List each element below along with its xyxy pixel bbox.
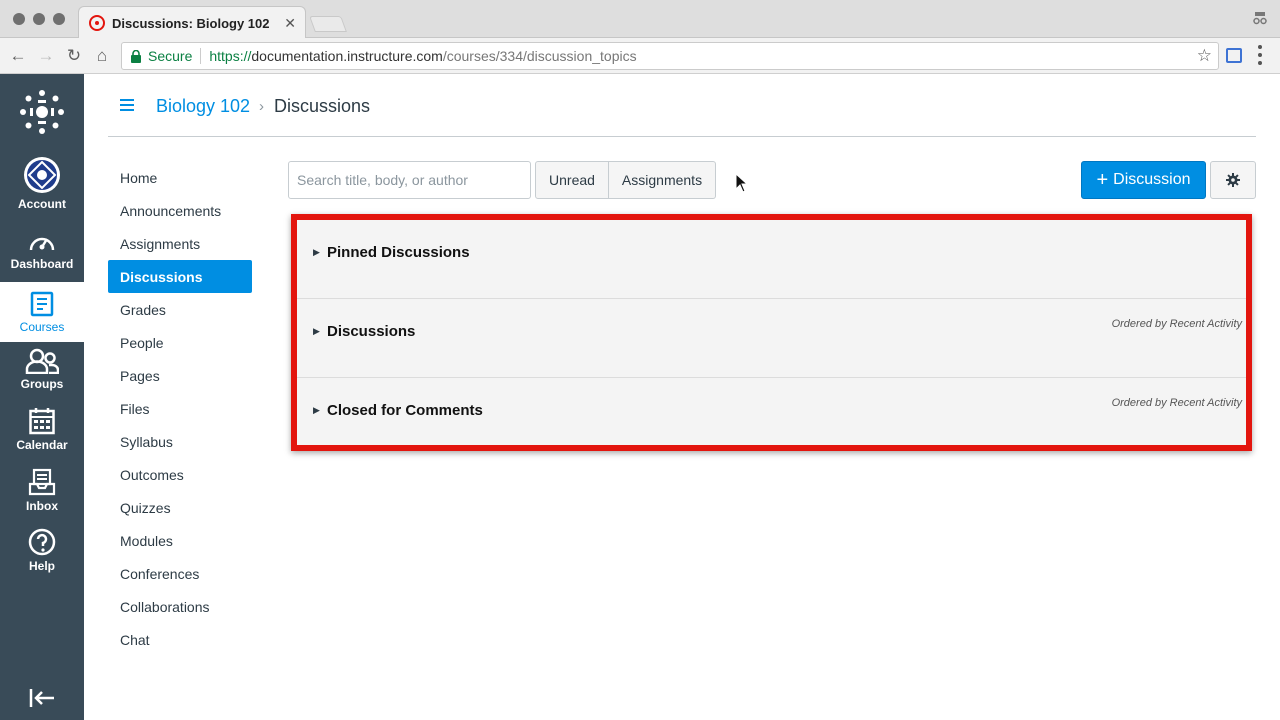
account-avatar-icon: [24, 157, 60, 193]
global-nav-inbox[interactable]: Inbox: [0, 468, 84, 513]
window-minimize-button[interactable]: [33, 13, 45, 25]
course-nav-syllabus[interactable]: Syllabus: [108, 425, 252, 458]
calendar-icon: [29, 408, 55, 435]
global-nav-courses[interactable]: Courses: [0, 282, 84, 342]
course-nav-quizzes[interactable]: Quizzes: [108, 491, 252, 524]
group-title: Closed for Comments: [327, 402, 483, 419]
course-nav-grades[interactable]: Grades: [108, 293, 252, 326]
inbox-icon: [28, 468, 56, 496]
unread-filter-button[interactable]: Unread: [535, 161, 609, 199]
extension-icon[interactable]: [1226, 48, 1242, 63]
mouse-cursor-icon: [735, 173, 747, 193]
help-icon: [28, 528, 56, 556]
browser-menu-icon[interactable]: [1258, 45, 1262, 65]
discussions-group[interactable]: ▶ Discussions Ordered by Recent Activity: [297, 299, 1246, 378]
plus-icon: +: [1096, 169, 1109, 191]
canvas-logo-icon[interactable]: [20, 90, 64, 134]
back-icon[interactable]: ←: [7, 45, 29, 67]
add-discussion-label: Discussion: [1113, 171, 1191, 188]
breadcrumb-current-page: Discussions: [274, 96, 371, 116]
course-nav-files[interactable]: Files: [108, 392, 252, 425]
dashboard-icon: [29, 237, 55, 251]
course-nav-announcements[interactable]: Announcements: [108, 194, 252, 227]
courses-icon: [30, 291, 54, 316]
global-nav-label: Groups: [20, 377, 64, 391]
window-close-button[interactable]: [13, 13, 25, 25]
home-icon[interactable]: ⌂: [91, 45, 113, 67]
course-nav-discussions[interactable]: Discussions: [108, 260, 252, 293]
lock-icon: [131, 49, 141, 63]
group-title: Pinned Discussions: [327, 244, 470, 261]
group-order-label: Ordered by Recent Activity: [1111, 318, 1242, 330]
course-nav-collaborations[interactable]: Collaborations: [108, 590, 252, 623]
groups-icon: [25, 348, 59, 374]
window-zoom-button[interactable]: [53, 13, 65, 25]
global-nav-account[interactable]: Account: [0, 156, 84, 211]
global-nav-label: Inbox: [26, 499, 58, 513]
group-order-label: Ordered by Recent Activity: [1111, 397, 1242, 409]
global-nav-groups[interactable]: Groups: [0, 348, 84, 391]
collapse-nav-icon[interactable]: [28, 686, 56, 710]
expand-caret-icon: ▶: [313, 247, 320, 257]
global-nav-help[interactable]: Help: [0, 528, 84, 573]
add-discussion-button[interactable]: + Discussion: [1081, 161, 1206, 199]
canvas-favicon-icon: [89, 15, 105, 31]
global-nav: Account Dashboard Courses Groups Calenda…: [0, 74, 84, 720]
forward-icon[interactable]: →: [35, 45, 57, 67]
search-input[interactable]: [288, 161, 531, 199]
browser-tab[interactable]: Discussions: Biology 102 ✕: [78, 6, 306, 39]
closed-for-comments-group[interactable]: ▶ Closed for Comments Ordered by Recent …: [297, 378, 1246, 457]
course-nav-conferences[interactable]: Conferences: [108, 557, 252, 590]
url-path: /courses/334/discussion_topics: [442, 48, 637, 64]
gear-icon: [1226, 173, 1240, 187]
pinned-discussions-group[interactable]: ▶ Pinned Discussions: [297, 220, 1246, 299]
global-nav-label: Account: [18, 197, 66, 211]
global-nav-label: Courses: [19, 319, 65, 334]
course-nav-assignments[interactable]: Assignments: [108, 227, 252, 260]
course-nav-pages[interactable]: Pages: [108, 359, 252, 392]
global-nav-label: Dashboard: [10, 257, 74, 271]
discussion-groups-panel: ▶ Pinned Discussions ▶ Discussions Order…: [291, 214, 1252, 451]
course-nav-modules[interactable]: Modules: [108, 524, 252, 557]
address-bar[interactable]: Secure https://documentation.instructure…: [121, 42, 1219, 70]
breadcrumb-separator-icon: ›: [259, 98, 264, 115]
url-host-wrap: documentation.instructure.com: [251, 48, 442, 64]
expand-caret-icon: ▶: [313, 405, 320, 415]
group-title: Discussions: [327, 323, 416, 340]
filter-button-group: Unread Assignments: [535, 161, 716, 199]
global-nav-label: Help: [28, 559, 55, 573]
new-tab-button[interactable]: [309, 16, 347, 32]
browser-tabbar: Discussions: Biology 102 ✕: [0, 0, 1280, 39]
settings-button[interactable]: [1210, 161, 1256, 199]
global-nav-label: Calendar: [16, 438, 68, 452]
breadcrumb: Biology 102 › Discussions: [108, 74, 1256, 137]
url-scheme: https://: [209, 48, 252, 64]
secure-label: Secure: [148, 48, 193, 64]
url-divider: [200, 48, 202, 64]
course-nav: Home Announcements Assignments Discussio…: [108, 161, 252, 656]
tab-title: Discussions: Biology 102: [112, 15, 270, 31]
course-nav-outcomes[interactable]: Outcomes: [108, 458, 252, 491]
browser-toolbar: ← → ↻ ⌂ Secure https://documentation.ins…: [0, 38, 1280, 74]
profile-icon[interactable]: [1252, 10, 1268, 26]
course-nav-people[interactable]: People: [108, 326, 252, 359]
reload-icon[interactable]: ↻: [63, 45, 85, 67]
global-nav-calendar[interactable]: Calendar: [0, 407, 84, 452]
course-nav-chat[interactable]: Chat: [108, 623, 252, 656]
hamburger-menu-icon[interactable]: [120, 99, 134, 111]
assignments-filter-button[interactable]: Assignments: [609, 161, 716, 199]
global-nav-dashboard[interactable]: Dashboard: [0, 230, 84, 271]
tab-close-icon[interactable]: ✕: [284, 15, 296, 32]
course-nav-home[interactable]: Home: [108, 161, 252, 194]
bookmark-star-icon[interactable]: ☆: [1197, 46, 1212, 66]
breadcrumb-course-link[interactable]: Biology 102: [156, 96, 250, 117]
url-host: documentation.instructure.com: [251, 48, 443, 64]
expand-caret-icon: ▶: [313, 326, 320, 336]
